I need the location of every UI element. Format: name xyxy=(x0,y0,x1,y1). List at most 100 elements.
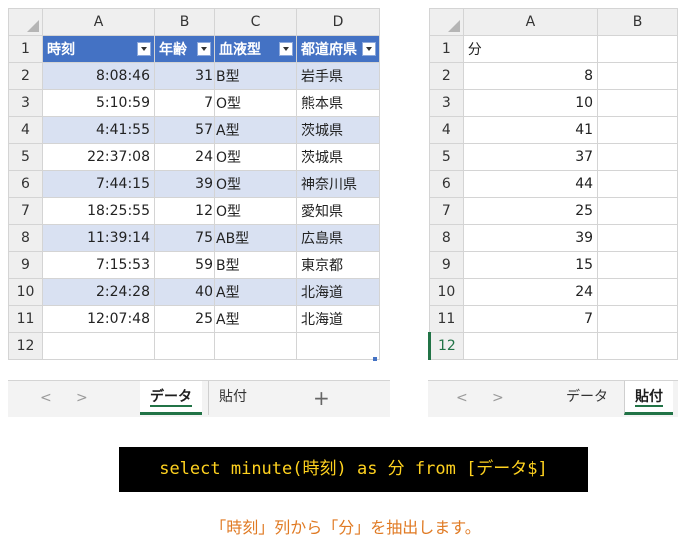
row-header[interactable]: 4 xyxy=(429,116,464,144)
time-cell[interactable]: 11:39:14 xyxy=(42,224,155,252)
table-header-prefecture[interactable]: 都道府県 xyxy=(296,35,380,63)
time-cell[interactable]: 8:08:46 xyxy=(42,62,155,90)
blood-type-cell[interactable]: A型 xyxy=(214,278,297,306)
age-cell[interactable]: 24 xyxy=(154,143,215,171)
row-header[interactable]: 11 xyxy=(429,305,464,333)
prev-sheet-button[interactable]: < xyxy=(40,390,52,406)
blood-type-cell[interactable]: O型 xyxy=(214,143,297,171)
row-header[interactable]: 5 xyxy=(429,143,464,171)
row-header[interactable]: 12 xyxy=(8,332,43,360)
select-all-corner[interactable] xyxy=(8,8,43,36)
age-cell[interactable]: 57 xyxy=(154,116,215,144)
row-header[interactable]: 1 xyxy=(429,35,464,63)
column-header-c[interactable]: C xyxy=(214,8,297,36)
empty-cell[interactable] xyxy=(214,332,297,360)
time-cell[interactable]: 4:41:55 xyxy=(42,116,155,144)
empty-cell[interactable] xyxy=(42,332,155,360)
minute-cell[interactable]: 39 xyxy=(462,224,599,252)
select-all-corner[interactable] xyxy=(429,8,464,36)
column-header-d[interactable]: D xyxy=(296,8,380,36)
table-header-age[interactable]: 年齢 xyxy=(154,35,215,63)
time-cell[interactable]: 18:25:55 xyxy=(42,197,155,225)
minute-cell[interactable]: 25 xyxy=(462,197,599,225)
empty-cell[interactable] xyxy=(462,332,599,360)
blood-type-cell[interactable]: B型 xyxy=(214,62,297,90)
column-header-b[interactable]: B xyxy=(597,8,678,36)
blood-type-cell[interactable]: O型 xyxy=(214,197,297,225)
empty-cell[interactable] xyxy=(154,332,215,360)
row-header[interactable]: 8 xyxy=(8,224,43,252)
tab-data[interactable]: データ xyxy=(556,381,618,415)
row-header[interactable]: 2 xyxy=(429,62,464,90)
row-header[interactable]: 7 xyxy=(8,197,43,225)
table-header-time[interactable]: 時刻 xyxy=(42,35,155,63)
blood-type-cell[interactable]: A型 xyxy=(214,305,297,333)
empty-cell[interactable] xyxy=(597,116,678,144)
row-header[interactable]: 3 xyxy=(8,89,43,117)
row-header[interactable]: 5 xyxy=(8,143,43,171)
empty-cell[interactable] xyxy=(597,62,678,90)
time-cell[interactable]: 2:24:28 xyxy=(42,278,155,306)
row-header[interactable]: 6 xyxy=(8,170,43,198)
next-sheet-button[interactable]: > xyxy=(76,390,88,406)
empty-cell[interactable] xyxy=(597,278,678,306)
row-header[interactable]: 10 xyxy=(8,278,43,306)
add-sheet-button[interactable]: + xyxy=(313,386,330,410)
row-header[interactable]: 8 xyxy=(429,224,464,252)
tab-paste[interactable]: 貼付 xyxy=(624,381,673,415)
empty-cell[interactable] xyxy=(597,305,678,333)
row-header[interactable]: 1 xyxy=(8,35,43,63)
row-header[interactable]: 12 xyxy=(428,332,464,360)
prefecture-cell[interactable]: 茨城県 xyxy=(296,143,380,171)
minute-header-cell[interactable]: 分 xyxy=(462,35,599,63)
minute-cell[interactable]: 10 xyxy=(462,89,599,117)
prefecture-cell[interactable]: 熊本県 xyxy=(296,89,380,117)
empty-cell[interactable] xyxy=(597,251,678,279)
empty-cell[interactable] xyxy=(597,170,678,198)
prefecture-cell[interactable]: 岩手県 xyxy=(296,62,380,90)
row-header[interactable]: 9 xyxy=(8,251,43,279)
table-resize-handle[interactable] xyxy=(373,357,377,361)
row-header[interactable]: 3 xyxy=(429,89,464,117)
blood-type-cell[interactable]: A型 xyxy=(214,116,297,144)
age-cell[interactable]: 59 xyxy=(154,251,215,279)
empty-cell[interactable] xyxy=(597,224,678,252)
age-cell[interactable]: 39 xyxy=(154,170,215,198)
tab-data[interactable]: データ xyxy=(140,381,202,415)
time-cell[interactable]: 12:07:48 xyxy=(42,305,155,333)
column-header-a[interactable]: A xyxy=(462,8,599,36)
age-cell[interactable]: 40 xyxy=(154,278,215,306)
prefecture-cell[interactable]: 北海道 xyxy=(296,305,380,333)
empty-cell[interactable] xyxy=(597,143,678,171)
row-header[interactable]: 6 xyxy=(429,170,464,198)
age-cell[interactable]: 7 xyxy=(154,89,215,117)
next-sheet-button[interactable]: > xyxy=(492,390,504,406)
empty-cell[interactable] xyxy=(597,197,678,225)
filter-dropdown-icon[interactable] xyxy=(197,42,211,56)
prefecture-cell[interactable]: 広島県 xyxy=(296,224,380,252)
time-cell[interactable]: 22:37:08 xyxy=(42,143,155,171)
minute-cell[interactable]: 24 xyxy=(462,278,599,306)
prefecture-cell[interactable]: 北海道 xyxy=(296,278,380,306)
row-header[interactable]: 9 xyxy=(429,251,464,279)
blood-type-cell[interactable]: O型 xyxy=(214,89,297,117)
age-cell[interactable]: 25 xyxy=(154,305,215,333)
minute-cell[interactable]: 7 xyxy=(462,305,599,333)
age-cell[interactable]: 12 xyxy=(154,197,215,225)
prefecture-cell[interactable]: 茨城県 xyxy=(296,116,380,144)
minute-cell[interactable]: 15 xyxy=(462,251,599,279)
row-header[interactable]: 2 xyxy=(8,62,43,90)
time-cell[interactable]: 7:15:53 xyxy=(42,251,155,279)
filter-dropdown-icon[interactable] xyxy=(362,42,376,56)
row-header[interactable]: 11 xyxy=(8,305,43,333)
row-header[interactable]: 7 xyxy=(429,197,464,225)
time-cell[interactable]: 7:44:15 xyxy=(42,170,155,198)
filter-dropdown-icon[interactable] xyxy=(279,42,293,56)
minute-cell[interactable]: 37 xyxy=(462,143,599,171)
minute-cell[interactable]: 8 xyxy=(462,62,599,90)
prefecture-cell[interactable]: 東京都 xyxy=(296,251,380,279)
row-header[interactable]: 10 xyxy=(429,278,464,306)
empty-cell[interactable] xyxy=(296,332,380,360)
column-header-a[interactable]: A xyxy=(42,8,155,36)
prefecture-cell[interactable]: 神奈川県 xyxy=(296,170,380,198)
